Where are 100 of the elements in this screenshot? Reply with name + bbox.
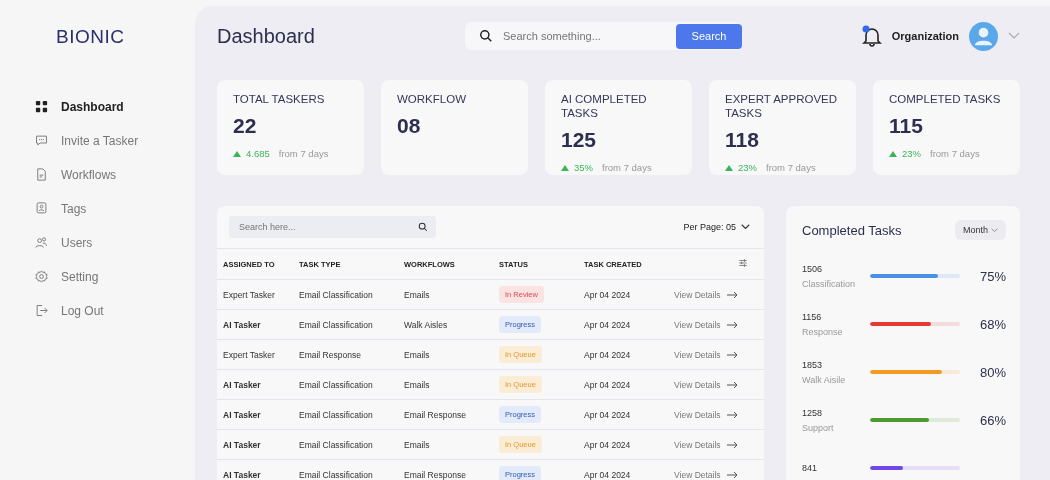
sidebar-item[interactable]: Workflows	[34, 164, 195, 185]
table-cell: AI Tasker	[223, 469, 261, 480]
chevron-down-icon	[991, 227, 998, 233]
stat-value: 08	[397, 114, 422, 138]
table-cell: AI Tasker	[223, 379, 261, 390]
stat-change: 4.685	[246, 148, 270, 159]
arrow-right-icon	[726, 320, 738, 329]
table-cell: Emails	[404, 439, 430, 450]
percent-value: 75%	[978, 268, 1006, 284]
table-cell: Walk Aisles	[404, 319, 448, 330]
stat-period: from 7 days	[602, 162, 652, 173]
arrow-right-icon	[726, 440, 738, 449]
sidebar-item[interactable]: Dashboard	[34, 96, 195, 117]
search-field[interactable]: Search something...	[501, 29, 676, 43]
view-details-link[interactable]: View Details	[674, 319, 738, 330]
notification-bell-icon[interactable]	[861, 25, 882, 47]
arrow-right-icon	[726, 380, 738, 389]
task-category: Classification	[802, 278, 857, 289]
badge-icon	[34, 201, 49, 216]
up-triangle-icon	[233, 150, 241, 157]
table-cell: Expert Tasker	[223, 349, 275, 360]
table-cell: Email Classification	[299, 409, 373, 420]
table-cell: Email Classification	[299, 379, 373, 390]
stat-change: 23%	[738, 162, 757, 173]
table-cell: Apr 04 2024	[584, 439, 631, 450]
table-cell: Apr 04 2024	[584, 469, 631, 480]
task-category: Walk Aisile	[802, 374, 847, 385]
percent-value: 80%	[978, 364, 1006, 380]
table-search-bar[interactable]: Search here...	[229, 216, 436, 238]
sidebar-item[interactable]: Log Out	[34, 300, 195, 321]
sidebar-item[interactable]: Setting	[34, 266, 195, 287]
stat-change: 35%	[574, 162, 593, 173]
view-details-link[interactable]: View Details	[674, 409, 738, 420]
arrow-right-icon	[726, 410, 738, 419]
view-details-link[interactable]: View Details	[674, 439, 738, 450]
card-title: Completed Tasks	[802, 222, 902, 238]
up-triangle-icon	[889, 150, 897, 157]
task-count: 1506	[802, 263, 824, 274]
view-details-link[interactable]: View Details	[674, 349, 738, 360]
table-cell: Email Response	[404, 469, 466, 480]
stat-title: TOTAL TASKERS	[233, 92, 326, 106]
table-cell: Email Classification	[299, 289, 373, 300]
settings-icon	[34, 269, 49, 284]
task-count: 841	[802, 463, 819, 473]
task-count: 1853	[802, 359, 824, 370]
arrow-right-icon	[726, 470, 738, 479]
table-cell: Expert Tasker	[223, 289, 275, 300]
stat-title: EXPERT APPROVED TASKS	[725, 92, 839, 120]
page-title: Dashboard	[217, 24, 316, 48]
search-icon	[418, 222, 428, 232]
search-button[interactable]: Search	[676, 23, 742, 49]
view-details-link[interactable]: View Details	[674, 379, 738, 390]
stat-title: AI COMPLETED TASKS	[561, 92, 648, 120]
avatar-icon[interactable]	[969, 21, 998, 51]
period-select[interactable]: Month	[955, 220, 1006, 240]
search-icon	[479, 29, 493, 43]
table-cell: Emails	[404, 289, 430, 300]
view-details-link[interactable]: View Details	[674, 289, 738, 300]
stat-value: 125	[561, 128, 598, 152]
arrow-right-icon	[726, 350, 738, 359]
table-cell: Email Classification	[299, 439, 373, 450]
stat-title: WORKFLOW	[397, 92, 467, 106]
view-details-link[interactable]: View Details	[674, 469, 738, 480]
table-cell: AI Tasker	[223, 439, 261, 450]
users-icon	[34, 235, 49, 250]
account-name[interactable]: Organization	[891, 30, 959, 42]
table-cell: Email Response	[299, 349, 361, 360]
percent-value: 66%	[978, 412, 1006, 428]
task-count: 1258	[802, 407, 824, 418]
filter-sliders-icon[interactable]	[738, 258, 748, 268]
chevron-down-icon	[741, 224, 750, 230]
table-cell: Emails	[404, 379, 430, 390]
sidebar-item[interactable]: Tags	[34, 198, 195, 219]
table-search-field[interactable]: Search here...	[237, 221, 418, 233]
up-triangle-icon	[725, 164, 733, 171]
per-page-select[interactable]: Per Page: 05	[677, 221, 756, 233]
stat-value: 22	[233, 114, 258, 138]
table-cell: Apr 04 2024	[584, 409, 631, 420]
logout-icon	[34, 303, 49, 318]
sidebar-item[interactable]: Users	[34, 232, 195, 253]
table-cell: Apr 04 2024	[584, 289, 631, 300]
stat-change: 23%	[902, 148, 921, 159]
table-cell: Apr 04 2024	[584, 379, 631, 390]
table-cell: Email Response	[404, 409, 466, 420]
table-cell: AI Tasker	[223, 409, 261, 420]
stat-title: COMPLETED TASKS	[889, 92, 1002, 106]
table-cell: Email Classification	[299, 319, 373, 330]
stat-period: from 7 days	[278, 148, 329, 159]
task-category: Response	[802, 326, 844, 337]
percent-value: 68%	[978, 316, 1006, 332]
stat-period: from 7 days	[930, 148, 980, 159]
grid-icon	[34, 99, 49, 114]
document-icon	[34, 167, 49, 182]
sidebar-item[interactable]: Invite a Tasker	[34, 130, 195, 151]
task-count: 1156	[802, 311, 823, 322]
search-bar[interactable]: Search something... Search	[465, 22, 742, 50]
table-cell: Apr 04 2024	[584, 319, 631, 330]
stat-value: 115	[889, 114, 924, 138]
table-cell: Apr 04 2024	[584, 349, 631, 360]
task-category: Support	[802, 422, 835, 433]
